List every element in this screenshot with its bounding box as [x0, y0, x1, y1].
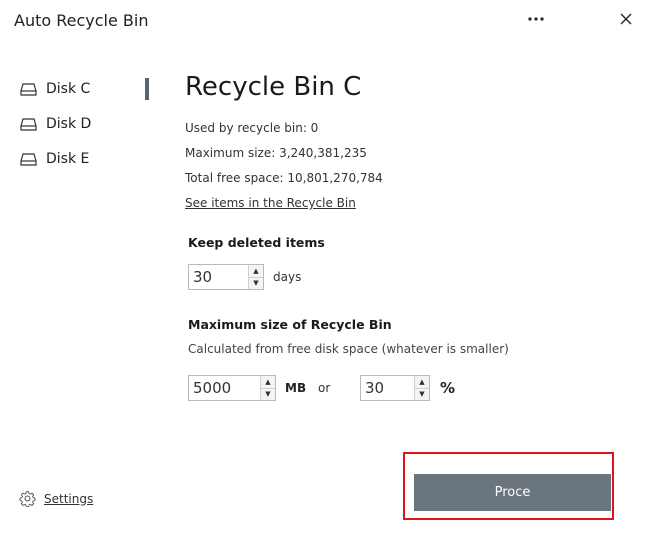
decrement-button[interactable]: ▼ [261, 387, 275, 400]
drive-icon [20, 152, 37, 166]
increment-button[interactable]: ▲ [415, 376, 429, 388]
max-mb-input[interactable] [189, 376, 260, 400]
drive-icon [20, 117, 37, 131]
close-button[interactable] [611, 6, 641, 32]
settings-label: Settings [44, 491, 94, 506]
max-percent-stepper[interactable]: ▲ ▼ [360, 375, 430, 401]
drive-icon [20, 82, 37, 96]
keep-days-input[interactable] [189, 265, 248, 289]
percent-unit: % [440, 379, 456, 397]
sidebar-item-label: Disk C [46, 81, 91, 97]
see-items-link[interactable]: See items in the Recycle Bin [185, 196, 356, 210]
sidebar-item-disk-c[interactable]: Disk C [20, 77, 90, 101]
max-percent-input[interactable] [361, 376, 414, 400]
max-mb-stepper[interactable]: ▲ ▼ [188, 375, 276, 401]
sidebar-item-disk-d[interactable]: Disk D [20, 112, 91, 136]
more-options-button[interactable] [521, 6, 551, 32]
total-free-space: Total free space: 10,801,270,784 [185, 171, 383, 185]
increment-button[interactable]: ▲ [249, 265, 263, 277]
proceed-button[interactable]: Proce [414, 474, 611, 511]
sidebar-item-label: Disk E [46, 151, 90, 167]
more-icon [528, 17, 544, 21]
max-size-subtitle: Calculated from free disk space (whateve… [188, 342, 509, 356]
maximum-size: Maximum size: 3,240,381,235 [185, 146, 367, 160]
decrement-button[interactable]: ▼ [415, 387, 429, 400]
page-title: Recycle Bin C [185, 72, 362, 102]
keep-days-stepper[interactable]: ▲ ▼ [188, 264, 264, 290]
gear-icon [19, 491, 36, 507]
active-indicator [145, 78, 149, 100]
used-by-recycle-bin: Used by recycle bin: 0 [185, 121, 319, 135]
sidebar-item-label: Disk D [46, 116, 92, 132]
max-size-title: Maximum size of Recycle Bin [188, 317, 392, 332]
keep-deleted-title: Keep deleted items [188, 235, 325, 250]
days-unit: days [273, 270, 302, 284]
mb-unit: MB [285, 381, 307, 395]
settings-link[interactable]: Settings [19, 490, 93, 507]
sidebar-item-disk-e[interactable]: Disk E [20, 147, 89, 171]
increment-button[interactable]: ▲ [261, 376, 275, 388]
close-icon [620, 13, 632, 25]
or-label: or [318, 381, 331, 395]
decrement-button[interactable]: ▼ [249, 276, 263, 289]
window-title: Auto Recycle Bin [14, 11, 149, 30]
